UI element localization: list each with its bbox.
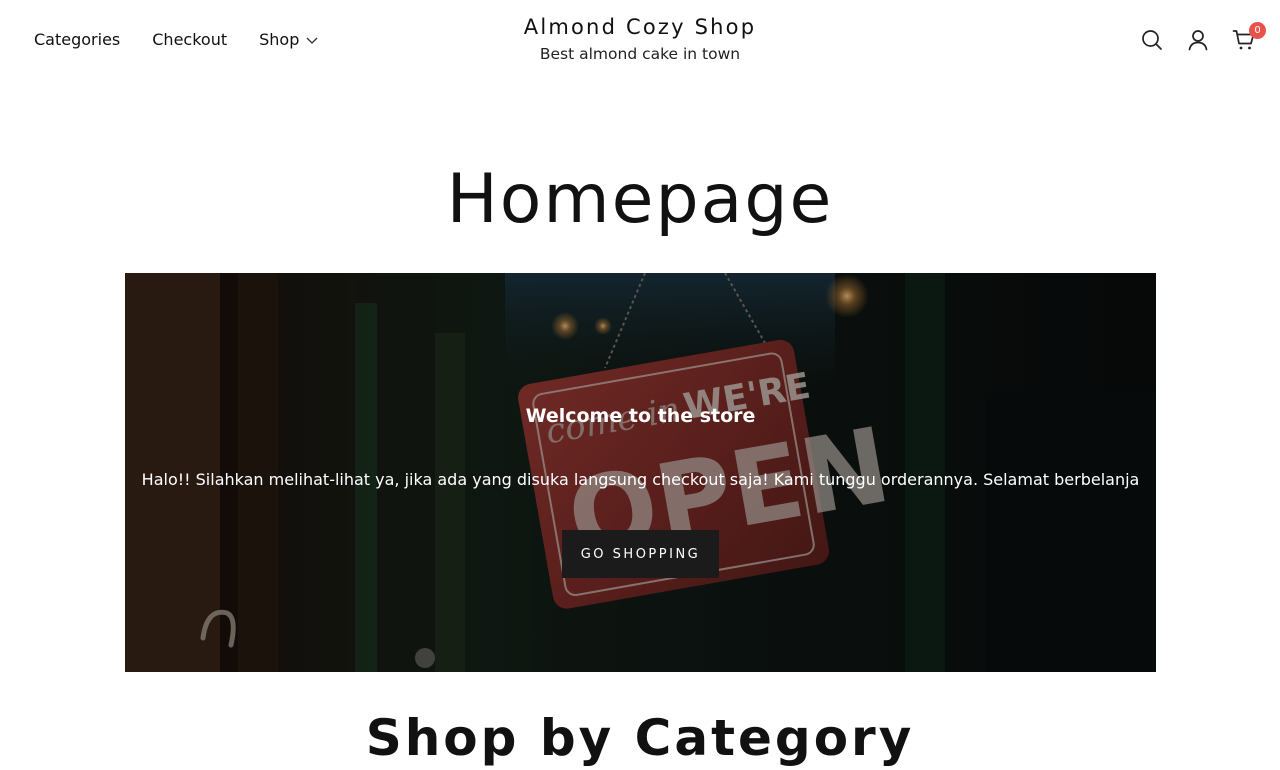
brand: Almond Cozy Shop Best almond cake in tow… (0, 14, 1280, 64)
account-button[interactable] (1186, 28, 1210, 52)
search-button[interactable] (1140, 28, 1164, 52)
search-icon (1142, 30, 1162, 50)
hero-text: Halo!! Silahkan melihat-lihat ya, jika a… (141, 470, 1140, 489)
hero-heading: Welcome to the store (525, 405, 756, 427)
cart-button[interactable]: 0 (1232, 22, 1266, 52)
hero-banner: come in WE'RE OPEN Welcome to the store … (125, 273, 1156, 672)
site-header: Categories Checkout Shop Almond Cozy Sho… (0, 0, 1280, 84)
header-actions: 0 (1140, 22, 1266, 52)
section-title: Shop by Category (365, 709, 915, 767)
brand-title[interactable]: Almond Cozy Shop (0, 14, 1280, 40)
cart-count-badge: 0 (1249, 22, 1266, 39)
brand-tagline: Best almond cake in town (539, 45, 741, 63)
go-shopping-button[interactable]: GO SHOPPING (562, 530, 719, 578)
page-title: Homepage (446, 160, 834, 239)
user-icon (1188, 30, 1208, 51)
